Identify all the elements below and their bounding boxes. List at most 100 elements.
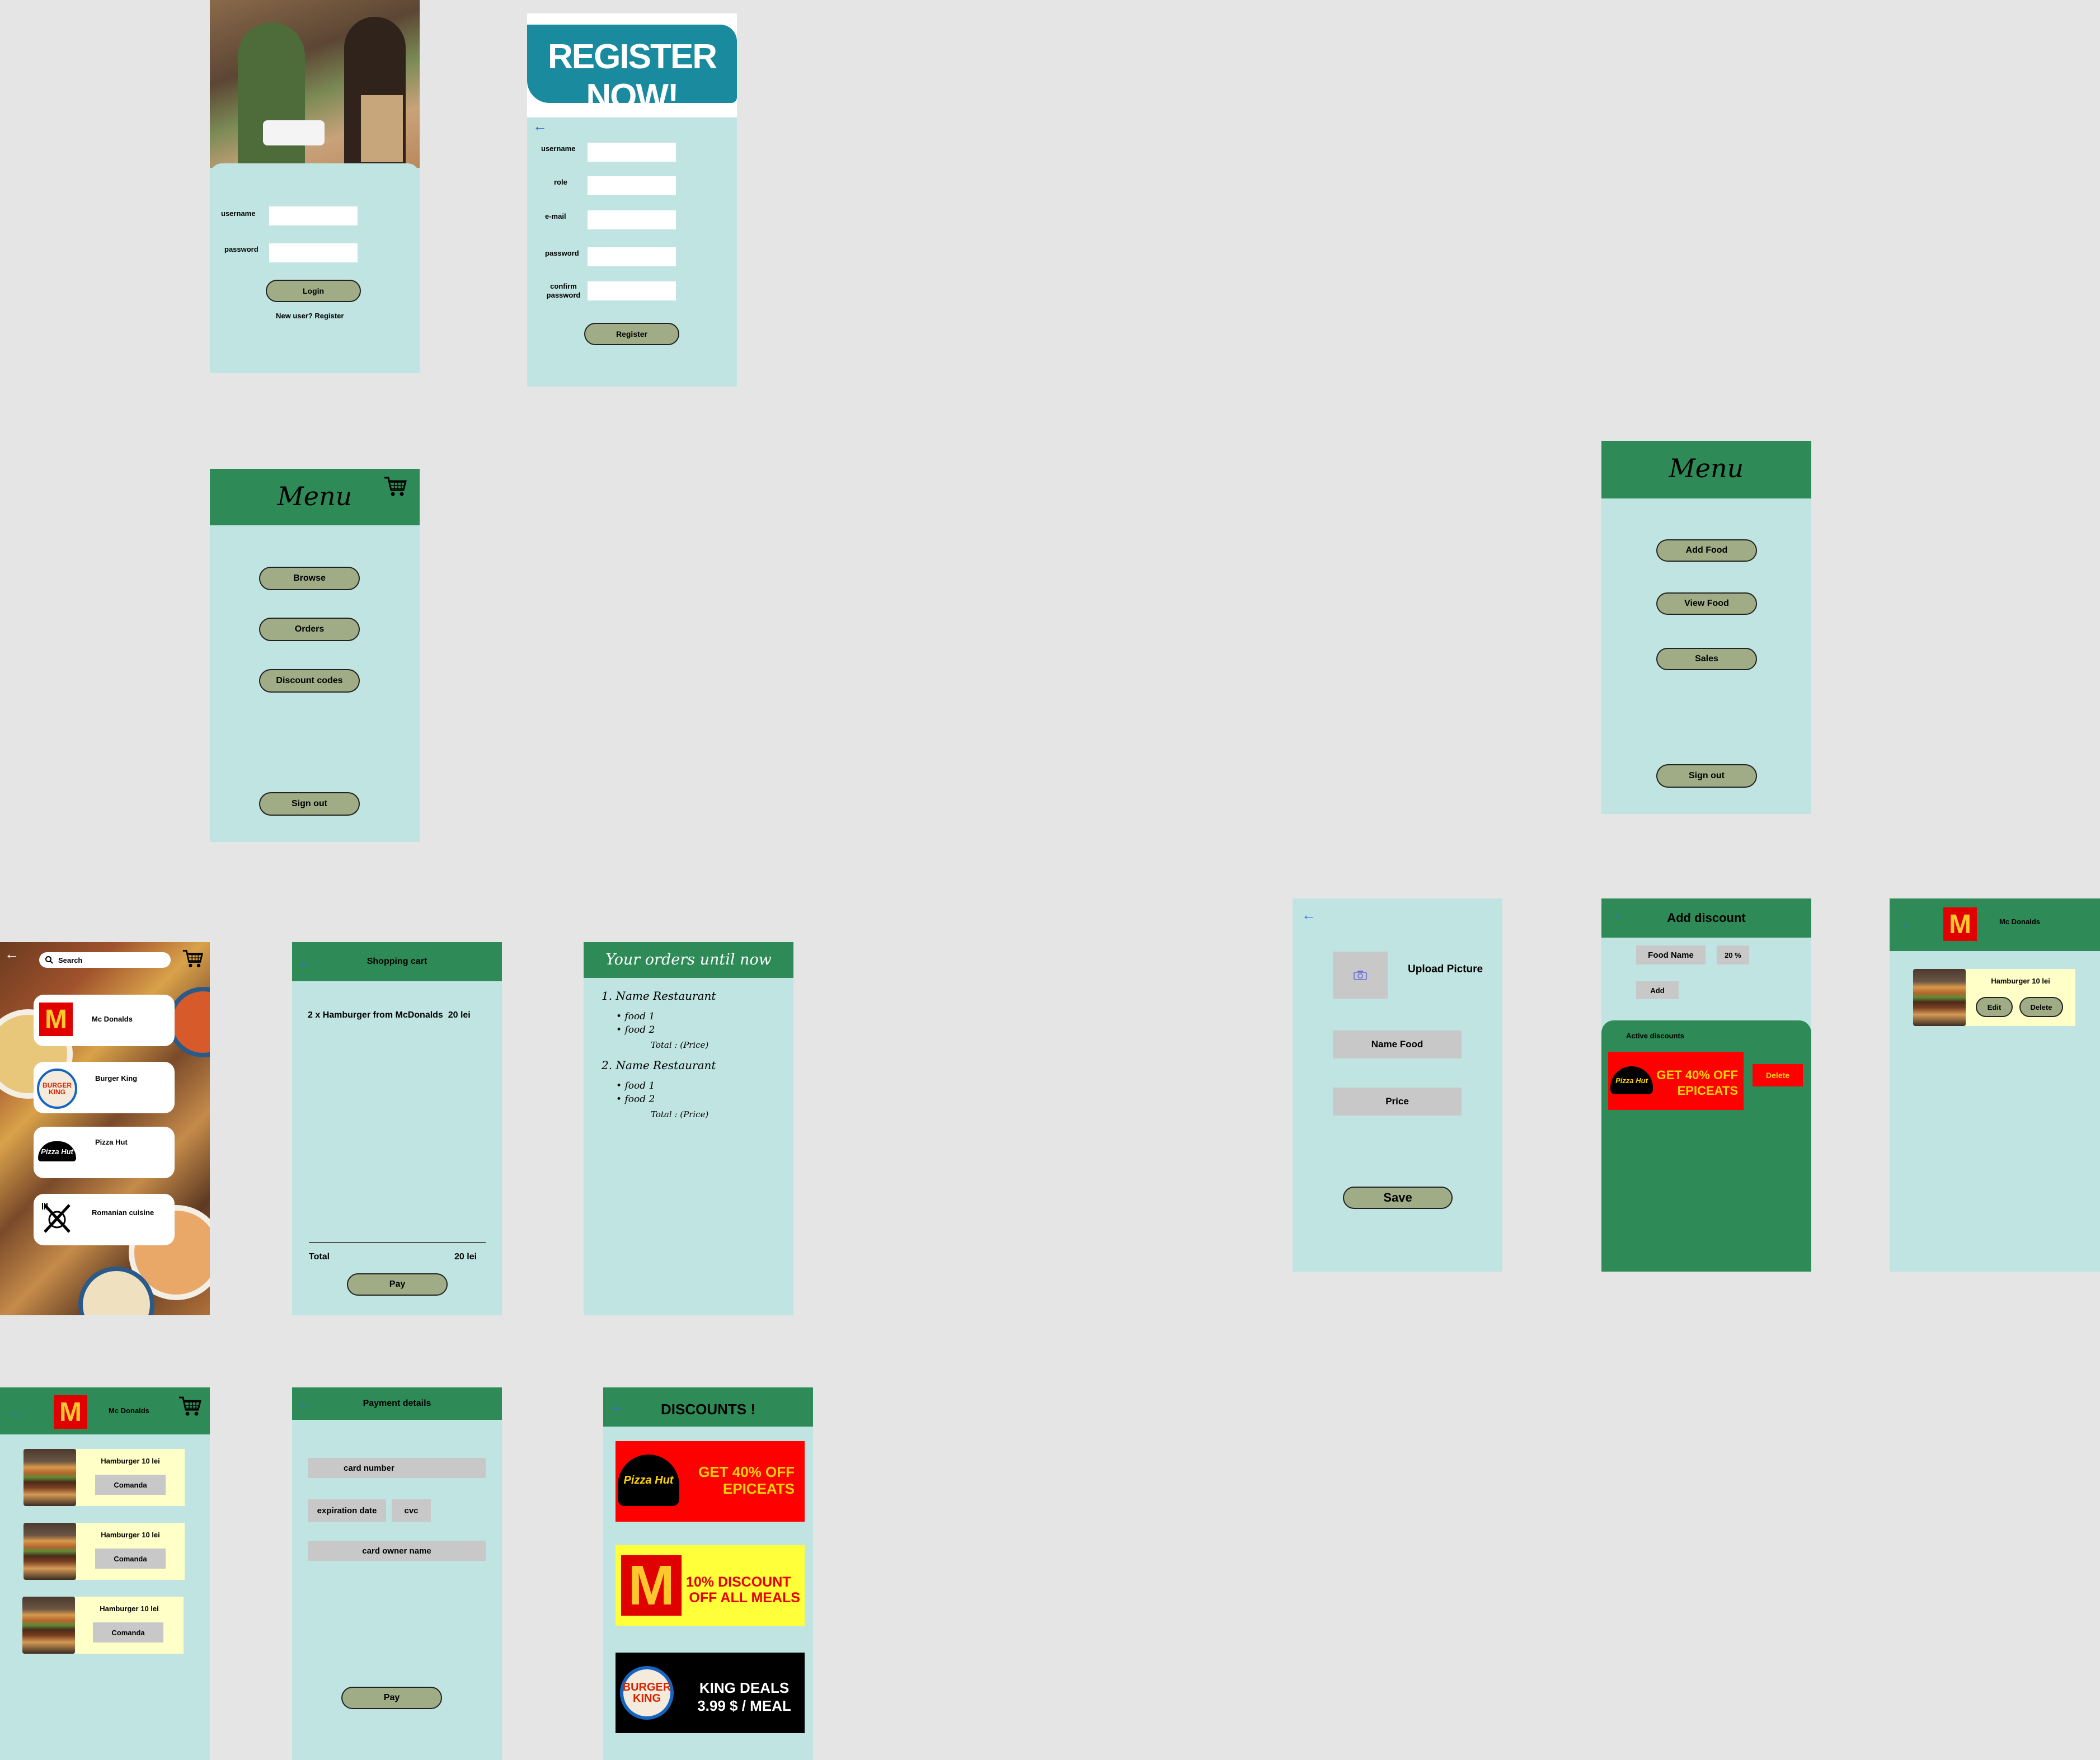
- username-field[interactable]: [269, 206, 358, 225]
- browse-button[interactable]: Browse: [259, 567, 360, 590]
- cvc-field[interactable]: cvc: [392, 1499, 431, 1522]
- restaurant-card-pizza-hut[interactable]: Pizza Hut Pizza Hut: [34, 1127, 175, 1178]
- restaurant-name: Mc Donalds: [1999, 917, 2040, 926]
- add-discount-header: ← Add discount: [1601, 898, 1811, 938]
- menu-header: Menu: [210, 469, 420, 525]
- cutlery-logo-icon: [42, 1203, 71, 1233]
- restaurant-name: Romanian cuisine: [92, 1208, 154, 1217]
- login-panel: [210, 163, 420, 373]
- payment-title: Payment details: [363, 1399, 431, 1408]
- back-arrow-icon[interactable]: ←: [1900, 915, 1914, 930]
- shopping-cart-screen: ← Shopping cart 2 x Hamburger from McDon…: [292, 942, 502, 1315]
- register-banner-text: REGISTER NOW!: [548, 37, 717, 116]
- restaurant-card-romanian[interactable]: Romanian cuisine: [34, 1194, 175, 1245]
- paper-bag: [361, 95, 403, 162]
- food-item-box: Hamburger 10 lei Edit Delete: [1966, 969, 2075, 1026]
- restaurant-header: ← M Mc Donalds: [1890, 898, 2100, 951]
- register-button[interactable]: Register: [584, 323, 679, 345]
- back-arrow-icon[interactable]: ←: [533, 119, 547, 133]
- view-food-screen: ← M Mc Donalds Hamburger 10 lei Edit Del…: [1890, 898, 2100, 1272]
- edit-button[interactable]: Edit: [1976, 997, 2013, 1017]
- order-total: Total : (Price): [651, 1109, 709, 1119]
- sign-out-button[interactable]: Sign out: [259, 792, 360, 816]
- price-field[interactable]: Price: [1333, 1088, 1462, 1116]
- login-button[interactable]: Login: [266, 280, 361, 302]
- order-button[interactable]: Comanda: [95, 1475, 166, 1495]
- discount-banner-mcdonalds[interactable]: M 10% DISCOUNT OFF ALL MEALS: [616, 1545, 805, 1626]
- email-field[interactable]: [588, 210, 676, 229]
- banner-text-line1: GET 40% OFF: [698, 1463, 795, 1480]
- discount-banner-burger-king[interactable]: BURGER KING KING DEALS 3.99 $ / MEAL: [616, 1653, 805, 1733]
- confirm-password-field[interactable]: [588, 281, 676, 300]
- order-button[interactable]: Comanda: [95, 1549, 166, 1569]
- back-arrow-icon[interactable]: ←: [9, 1404, 24, 1419]
- view-food-button[interactable]: View Food: [1656, 592, 1757, 615]
- total-value: 20 lei: [454, 1252, 477, 1262]
- order-button[interactable]: Comanda: [93, 1622, 163, 1643]
- save-button[interactable]: Save: [1343, 1187, 1453, 1209]
- role-field[interactable]: [588, 176, 676, 195]
- browse-screen: ← Search M Mc Donalds BURGER KING Burger …: [0, 942, 210, 1315]
- register-screen: REGISTER NOW! ← username role e-mail pas…: [527, 13, 737, 387]
- restaurant-name: Mc Donalds: [92, 1015, 133, 1023]
- camera-icon: [1354, 971, 1367, 980]
- menu-header: Menu: [1601, 441, 1811, 498]
- percent-field[interactable]: 20 %: [1717, 945, 1749, 964]
- menu-item-label: Hamburger 10 lei: [101, 1457, 160, 1465]
- restaurant-name: Pizza Hut: [95, 1138, 128, 1146]
- user-menu-screen: Menu Browse Orders Discount codes Sign o…: [210, 469, 420, 842]
- back-arrow-icon[interactable]: ←: [4, 947, 19, 961]
- discounts-title: DISCOUNTS !: [661, 1401, 755, 1418]
- sign-out-button[interactable]: Sign out: [1656, 764, 1757, 788]
- card-number-field[interactable]: card number: [308, 1458, 486, 1478]
- upload-picture-box[interactable]: [1333, 952, 1388, 999]
- restaurant-screen: ← M Mc Donalds Hamburger 10 lei Comanda …: [0, 1387, 210, 1760]
- hero-photo: [210, 0, 420, 168]
- payment-screen: ← Payment details card number expiration…: [292, 1387, 502, 1760]
- back-arrow-icon[interactable]: ←: [1302, 907, 1316, 922]
- pay-button[interactable]: Pay: [347, 1273, 448, 1296]
- menu-title: Menu: [1669, 453, 1744, 483]
- cart-icon[interactable]: [383, 474, 408, 499]
- add-button[interactable]: Add: [1636, 981, 1679, 999]
- food-item-label: Hamburger 10 lei: [1991, 977, 2050, 985]
- menu-item-box: Hamburger 10 lei Comanda: [75, 1597, 184, 1654]
- expiration-date-field[interactable]: expiration date: [308, 1499, 386, 1522]
- restaurant-name: Mc Donalds: [109, 1406, 149, 1415]
- delete-button[interactable]: Delete: [2019, 997, 2063, 1017]
- restaurant-card-burger-king[interactable]: BURGER KING Burger King: [34, 1062, 175, 1113]
- hamburger-photo: [22, 1597, 75, 1654]
- cart-header: ← Shopping cart: [292, 942, 502, 981]
- menu-item-box: Hamburger 10 lei Comanda: [76, 1523, 185, 1580]
- banner-text-line2: EPICEATS: [722, 1480, 795, 1497]
- password-field[interactable]: [588, 247, 676, 266]
- field-label-role: role: [554, 178, 567, 186]
- register-banner-bg: REGISTER NOW!: [527, 13, 737, 117]
- password-field[interactable]: [269, 243, 358, 262]
- admin-menu-screen: Menu Add Food View Food Sales Sign out: [1601, 441, 1811, 814]
- delete-button[interactable]: Delete: [1753, 1064, 1803, 1086]
- orders-button[interactable]: Orders: [259, 618, 360, 641]
- pizza-hut-logo: Pizza Hut: [37, 1133, 77, 1169]
- discounts-header: ← DISCOUNTS !: [603, 1387, 813, 1427]
- add-food-button[interactable]: Add Food: [1656, 539, 1757, 562]
- discount-codes-button[interactable]: Discount codes: [259, 669, 360, 693]
- cart-icon[interactable]: [182, 948, 204, 970]
- order-item: • food 2: [616, 1024, 655, 1036]
- username-field[interactable]: [588, 143, 676, 162]
- name-food-field[interactable]: Name Food: [1333, 1030, 1462, 1058]
- password-label: password: [224, 245, 259, 253]
- active-discounts-panel: Active discounts Pizza Hut GET 40% OFF E…: [1601, 1020, 1811, 1272]
- sales-button[interactable]: Sales: [1656, 648, 1757, 670]
- food-name-field[interactable]: Food Name: [1636, 945, 1706, 964]
- search-bar[interactable]: Search: [39, 952, 171, 968]
- pay-button[interactable]: Pay: [341, 1687, 442, 1709]
- cart-icon[interactable]: [178, 1394, 203, 1419]
- banner-text-line1: KING DEALS: [699, 1679, 790, 1696]
- add-discount-title: Add discount: [1667, 911, 1746, 925]
- card-owner-field[interactable]: card owner name: [308, 1541, 486, 1561]
- discount-banner-pizza-hut[interactable]: Pizza Hut GET 40% OFF EPICEATS: [616, 1441, 805, 1522]
- pizza-hut-logo: Pizza Hut: [618, 1455, 679, 1506]
- restaurant-card-mcdonalds[interactable]: M Mc Donalds: [34, 995, 175, 1046]
- register-link[interactable]: New user? Register: [276, 312, 344, 321]
